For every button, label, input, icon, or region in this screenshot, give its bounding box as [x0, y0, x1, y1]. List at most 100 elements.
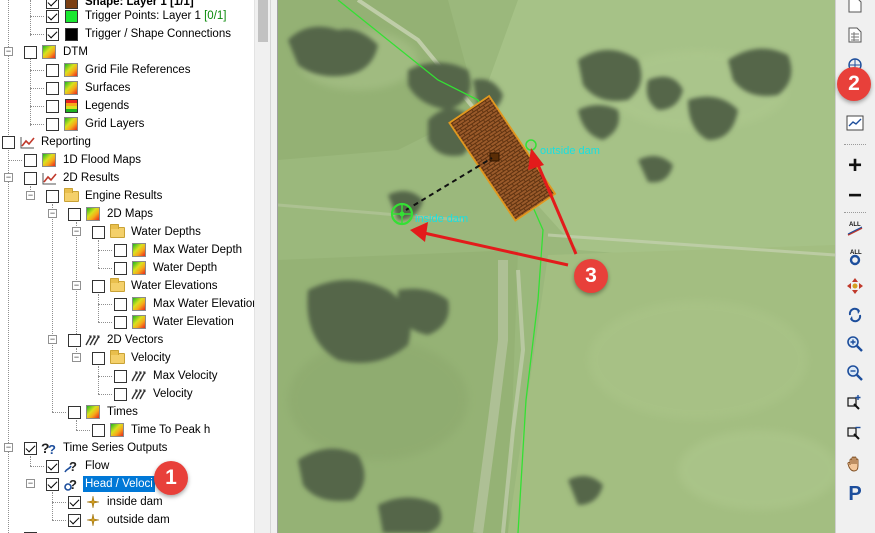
- expander-2d-maps[interactable]: −: [48, 209, 57, 218]
- tree-item-time-to-peak[interactable]: Time To Peak h: [92, 421, 212, 439]
- tree-item-time-series-outputs[interactable]: ?? Time Series Outputs: [24, 439, 169, 457]
- tree-item-2d-maps[interactable]: 2D Maps: [68, 205, 155, 223]
- checkbox[interactable]: [46, 9, 59, 23]
- svg-text:?: ?: [69, 477, 77, 492]
- head-velocity-icon: ?: [63, 476, 79, 492]
- tree-item-inside-dam[interactable]: inside dam: [68, 493, 165, 511]
- tree-item-outside-dam[interactable]: outside dam: [68, 511, 172, 529]
- tree-item-2d-vectors[interactable]: 2D Vectors: [68, 331, 165, 349]
- profile-chart-icon[interactable]: [841, 110, 869, 136]
- grid-icon: [109, 422, 125, 438]
- tree-item-head-velocity[interactable]: ? Head / Veloci: [46, 475, 155, 493]
- tree-item-1d-flood-maps[interactable]: 1D Flood Maps: [24, 151, 143, 169]
- checkbox[interactable]: [92, 279, 105, 293]
- checkbox[interactable]: [92, 225, 105, 239]
- grid-icon: [131, 242, 147, 258]
- tree-scrollbar[interactable]: [254, 0, 270, 533]
- tree-item-max-velocity[interactable]: Max Velocity: [114, 367, 220, 385]
- expander-2d-vectors[interactable]: −: [48, 335, 57, 344]
- checkbox[interactable]: [68, 207, 81, 221]
- checkbox[interactable]: [68, 513, 81, 527]
- select-all-points-icon[interactable]: ALL: [841, 244, 869, 270]
- checkbox[interactable]: [114, 297, 127, 311]
- checkbox[interactable]: [46, 477, 59, 491]
- tree-item-grid-file-references[interactable]: Grid File References: [46, 61, 192, 79]
- checkbox[interactable]: [46, 63, 59, 77]
- checkbox[interactable]: [46, 99, 59, 113]
- expander-water-elevations[interactable]: −: [72, 281, 81, 290]
- checkbox[interactable]: [2, 135, 15, 149]
- tree-item-surfaces[interactable]: Surfaces: [46, 79, 132, 97]
- move-arrows-icon[interactable]: [841, 273, 869, 299]
- zoom-out-minus-button[interactable]: −: [841, 182, 869, 209]
- checkbox[interactable]: [92, 423, 105, 437]
- tree-item-trigger-points[interactable]: Trigger Points: Layer 1 [0/1]: [46, 7, 229, 25]
- checkbox[interactable]: [68, 495, 81, 509]
- checkbox[interactable]: [68, 405, 81, 419]
- tree-item-label: Water Depth: [153, 262, 218, 274]
- expander-engine-results[interactable]: −: [26, 191, 35, 200]
- zoom-out-magnifier-icon[interactable]: [841, 360, 869, 386]
- tree-item-trigger-connections[interactable]: Trigger / Shape Connections: [46, 25, 233, 43]
- tree-item-water-elevations[interactable]: Water Elevations: [92, 277, 220, 295]
- tree-item-water-depth[interactable]: Water Depth: [114, 259, 219, 277]
- checkbox[interactable]: [24, 153, 37, 167]
- tree-item-grid-layers[interactable]: Grid Layers: [46, 115, 146, 133]
- checkbox[interactable]: [46, 81, 59, 95]
- tree-item-legends[interactable]: Legends: [46, 97, 131, 115]
- checkbox[interactable]: [24, 171, 37, 185]
- expander-time-series[interactable]: −: [4, 443, 13, 452]
- tree-item-water-depths[interactable]: Water Depths: [92, 223, 203, 241]
- checkbox[interactable]: [46, 189, 59, 203]
- new-document-icon[interactable]: [841, 0, 869, 18]
- tree-line: [8, 160, 22, 161]
- flow-icon: ?: [63, 458, 79, 474]
- panel-splitter[interactable]: [270, 0, 278, 533]
- p-button[interactable]: P: [841, 481, 869, 507]
- tree-line: [30, 0, 31, 36]
- pan-hand-icon[interactable]: [841, 451, 869, 477]
- checkbox[interactable]: [114, 261, 127, 275]
- expander-head-velocity[interactable]: −: [26, 479, 35, 488]
- tree-item-flow[interactable]: ? Flow: [46, 457, 111, 475]
- tree-item-velocity[interactable]: Velocity: [114, 385, 195, 403]
- expander-dtm[interactable]: −: [4, 47, 13, 56]
- refresh-icon[interactable]: [841, 302, 869, 328]
- checkbox[interactable]: [46, 117, 59, 131]
- inside-dam-marker[interactable]: [390, 202, 414, 226]
- tree-item-engine-results[interactable]: Engine Results: [46, 187, 164, 205]
- checkbox[interactable]: [68, 333, 81, 347]
- tree-item-velocity-folder[interactable]: Velocity: [92, 349, 173, 367]
- checkbox[interactable]: [114, 315, 127, 329]
- point-icon: [85, 512, 101, 528]
- checkbox[interactable]: [46, 27, 59, 41]
- checkbox[interactable]: [114, 243, 127, 257]
- grid-icon: [41, 44, 57, 60]
- zoom-box-out-icon[interactable]: [841, 420, 869, 446]
- expander-water-depths[interactable]: −: [72, 227, 81, 236]
- checkbox[interactable]: [114, 369, 127, 383]
- tree-item-max-water-depth[interactable]: Max Water Depth: [114, 241, 244, 259]
- tree-item-reporting[interactable]: Reporting: [2, 133, 93, 151]
- tree-item-dtm[interactable]: DTM: [24, 43, 90, 61]
- checkbox[interactable]: [114, 387, 127, 401]
- checkbox[interactable]: [92, 351, 105, 365]
- tree-item-max-water-elevation[interactable]: Max Water Elevation: [114, 295, 261, 313]
- tree-item-2d-results[interactable]: 2D Results: [24, 169, 121, 187]
- scrollbar-thumb[interactable]: [258, 0, 268, 42]
- zoom-in-magnifier-icon[interactable]: [841, 331, 869, 357]
- document-grid-icon[interactable]: [841, 22, 869, 48]
- checkbox[interactable]: [46, 459, 59, 473]
- tree-item-times[interactable]: Times: [68, 403, 140, 421]
- zoom-box-in-icon[interactable]: [841, 390, 869, 416]
- map-canvas[interactable]: inside dam outside dam: [278, 0, 835, 533]
- select-all-line-icon[interactable]: ALL: [841, 215, 869, 241]
- tree-line: [98, 304, 112, 305]
- checkbox[interactable]: [24, 441, 37, 455]
- tree-item-water-elevation[interactable]: Water Elevation: [114, 313, 236, 331]
- zoom-in-plus-button[interactable]: +: [841, 152, 869, 179]
- checkbox[interactable]: [24, 45, 37, 59]
- expander-velocity[interactable]: −: [72, 353, 81, 362]
- expander-2d-results[interactable]: −: [4, 173, 13, 182]
- tree-item-partial[interactable]: [24, 529, 37, 533]
